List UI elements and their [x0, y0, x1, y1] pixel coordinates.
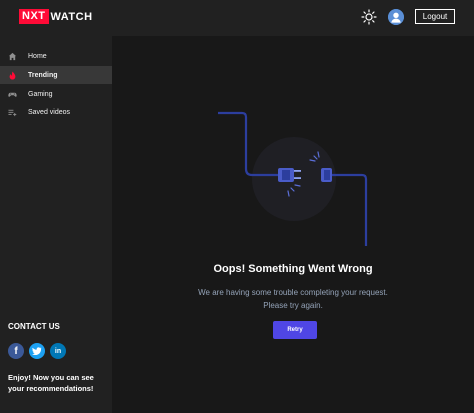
fire-icon [8, 70, 17, 80]
failure-description: We are having some trouble completing yo… [112, 286, 474, 312]
logo-nxt: NXT [19, 9, 49, 24]
contact-title: CONTACT US [8, 322, 60, 331]
facebook-icon[interactable]: f [8, 343, 24, 359]
sidebar-item-label: Gaming [28, 90, 53, 98]
failure-view: Oops! Something Went Wrong We are having… [112, 36, 474, 413]
user-icon [388, 9, 404, 25]
header: NXT WATCH Logout [0, 0, 474, 36]
profile-avatar[interactable] [388, 9, 404, 25]
home-icon [8, 52, 17, 61]
sidebar-item-home[interactable]: Home [0, 47, 112, 65]
sidebar-item-label: Trending [28, 71, 58, 79]
failure-description-line2: Please try again. [263, 301, 323, 310]
playlist-add-icon [8, 108, 17, 117]
failure-description-line1: We are having some trouble completing yo… [198, 288, 388, 297]
sidebar-item-label: Saved videos [28, 108, 71, 116]
retry-button[interactable]: Retry [273, 321, 317, 339]
sun-icon[interactable] [361, 9, 377, 25]
sidebar-item-trending[interactable]: Trending [0, 66, 112, 84]
linkedin-icon[interactable]: in [50, 343, 66, 359]
recommendations-text: Enjoy! Now you can see your recommendati… [8, 373, 94, 393]
gamepad-icon [8, 90, 17, 99]
failure-heading: Oops! Something Went Wrong [213, 263, 373, 275]
sidebar-item-gaming[interactable]: Gaming [0, 85, 112, 103]
nxt-watch-logo[interactable]: NXT WATCH [19, 9, 93, 24]
logo-watch: WATCH [50, 10, 93, 23]
twitter-icon[interactable] [29, 343, 45, 359]
disconnected-plug-illustration [218, 111, 368, 246]
sidebar: Home Trending Gaming Saved videos CONTAC… [0, 36, 112, 413]
sidebar-item-saved-videos[interactable]: Saved videos [0, 103, 112, 121]
logout-button[interactable]: Logout [415, 9, 455, 24]
sidebar-item-label: Home [28, 52, 47, 60]
